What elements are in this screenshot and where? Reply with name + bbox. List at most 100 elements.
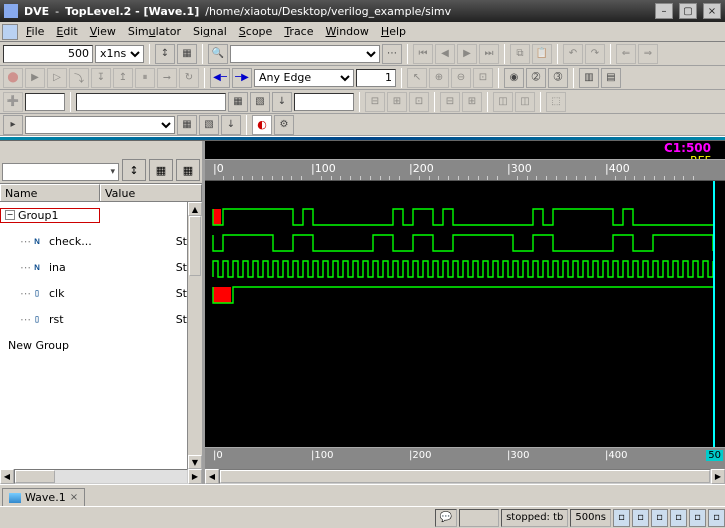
stepin-icon[interactable]: ↧ [91,68,111,88]
copy-icon[interactable]: ⧉ [510,44,530,64]
panel-btn1-icon[interactable]: ↕ [122,159,146,181]
format-icon[interactable]: ⬚ [546,92,566,112]
panel-btn3-icon[interactable]: ▦ [176,159,200,181]
tab-close-icon[interactable]: × [70,492,78,503]
group-icon[interactable]: ◫ [493,92,513,112]
time-ruler-top[interactable]: |0|100|200|300|400 [205,159,725,181]
waveform-area[interactable] [205,181,725,447]
tool-grid-icon[interactable]: ▦ [177,44,197,64]
stepout-icon[interactable]: ↥ [113,68,133,88]
search-combo[interactable] [230,45,380,63]
scroll-up-icon[interactable]: ▲ [188,202,202,216]
close-button[interactable]: × [703,3,721,19]
expand-icon[interactable]: ⊞ [462,92,482,112]
menu-edit[interactable]: Edit [50,23,83,40]
status-icon-2[interactable]: ▫ [632,509,649,527]
collapse-icon[interactable]: ⊟ [440,92,460,112]
collapse-icon[interactable]: − [5,210,15,220]
zoom-in-icon[interactable]: ⊕ [429,68,449,88]
scroll-thumb[interactable] [189,216,201,276]
cursor-line[interactable] [713,181,715,447]
settings-icon[interactable]: ⚙ [274,115,294,135]
menu-window[interactable]: Window [320,23,375,40]
menu-signal[interactable]: Signal [187,23,233,40]
red-flag-icon[interactable]: ◐ [252,115,272,135]
scope-dropdown[interactable] [2,163,119,181]
time-ruler-bottom[interactable]: |0|100|200|300|40050 [205,447,725,469]
signal-group[interactable]: −Group1 [0,202,202,228]
panel-btn2-icon[interactable]: ▦ [149,159,173,181]
bus2-icon[interactable]: ⊞ [387,92,407,112]
signal-hscroll[interactable]: ◀ ▶ [0,469,202,484]
search-options-icon[interactable]: ⋯ [382,44,402,64]
edge-count-input[interactable] [356,69,396,87]
edge-select[interactable]: Any Edge [254,69,354,87]
paste-icon[interactable]: 📋 [532,44,552,64]
menu-help[interactable]: Help [375,23,412,40]
col-value[interactable]: Value [100,184,202,201]
step-back-icon[interactable]: ◀ [435,44,455,64]
time-input[interactable] [3,45,93,63]
restart-icon[interactable]: ↻ [179,68,199,88]
record-icon[interactable]: ⬤ [3,68,23,88]
menu-trace[interactable]: Trace [278,23,319,40]
stepover-icon[interactable]: ⤵ [69,68,89,88]
continue-icon[interactable]: ⭢ [157,68,177,88]
wave-scroll-right-icon[interactable]: ▶ [711,469,725,484]
wave-scroll-left-icon[interactable]: ◀ [205,469,219,484]
tool-continue-icon[interactable]: ↕ [155,44,175,64]
signal-row[interactable]: ⋯ ▯ rstSt1 [0,306,202,332]
status-chat-icon[interactable]: 💬 [435,509,457,527]
scroll-down-icon[interactable]: ▼ [188,455,202,469]
menu-simulator[interactable]: Simulator [122,23,187,40]
nav-fwd-icon[interactable]: ⇒ [638,44,658,64]
pause-icon[interactable]: ⏸ [135,68,155,88]
value-input[interactable] [294,93,354,111]
zoom-out-icon[interactable]: ⊖ [451,68,471,88]
menu-file[interactable]: File [20,23,50,40]
new-group-row[interactable]: New Group [0,332,202,358]
scope-combo[interactable] [76,93,226,111]
undo-icon[interactable]: ↶ [563,44,583,64]
menu-scope[interactable]: Scope [233,23,279,40]
time-unit-select[interactable]: x1ns [95,45,144,63]
wave-hscroll-thumb[interactable] [220,470,710,483]
run-icon[interactable]: ▷ [47,68,67,88]
minimize-button[interactable]: – [655,3,673,19]
bus3-icon[interactable]: ⊡ [409,92,429,112]
marker1-icon[interactable]: ◉ [504,68,524,88]
zoom-fit-icon[interactable]: ⊡ [473,68,493,88]
play-icon[interactable]: ▶ [25,68,45,88]
wave-hscroll[interactable]: ◀ ▶ [205,469,725,484]
signal-row[interactable]: ⋯ ɴ inaSt0 [0,254,202,280]
status-icon-6[interactable]: ▫ [708,509,725,527]
maximize-button[interactable]: ▢ [679,3,697,19]
tile-vert-icon[interactable]: ▤ [601,68,621,88]
wave-opts2-icon[interactable]: ▧ [250,92,270,112]
col-name[interactable]: Name [0,184,100,201]
hscroll-thumb[interactable] [15,470,55,483]
tab-wave1[interactable]: Wave.1 × [2,488,85,506]
next-edge-icon[interactable]: ─▶ [232,68,252,88]
ungroup-icon[interactable]: ◫ [515,92,535,112]
wave-opts1-icon[interactable]: ▦ [228,92,248,112]
marker3-icon[interactable]: ➂ [548,68,568,88]
bus1-icon[interactable]: ⊟ [365,92,385,112]
signal-vscroll[interactable]: ▲ ▼ [187,202,202,469]
filter-down-icon[interactable]: ↓ [221,115,241,135]
step-back-all-icon[interactable]: ⏮ [413,44,433,64]
binoculars-icon[interactable]: 🔍 [208,44,228,64]
expand-tree-icon[interactable]: ▸ [3,115,23,135]
hier-combo[interactable] [25,93,65,111]
filter-combo[interactable] [25,116,175,134]
step-fwd-all-icon[interactable]: ⏭ [479,44,499,64]
menu-view[interactable]: View [84,23,122,40]
signal-row[interactable]: ⋯ ɴ check...St0 [0,228,202,254]
signal-row[interactable]: ⋯ ▯ clkSt1 [0,280,202,306]
status-icon-5[interactable]: ▫ [689,509,706,527]
status-icon-4[interactable]: ▫ [670,509,687,527]
filter-opts2-icon[interactable]: ▧ [199,115,219,135]
system-menu-icon[interactable] [2,24,18,40]
scroll-left-icon[interactable]: ◀ [0,469,14,484]
nav-back-icon[interactable]: ⇐ [616,44,636,64]
